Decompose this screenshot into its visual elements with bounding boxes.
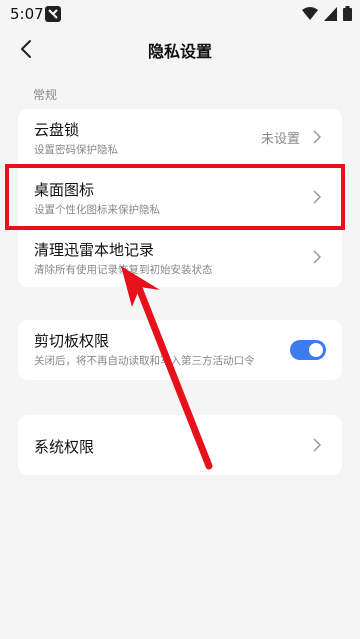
page-title: 隐私设置 [147, 42, 212, 61]
chevron-right-icon [313, 250, 322, 264]
settings-row-clipboard-permission: 剪切板权限 关闭后，将不再自动读取和写入第三方活动口令 [18, 320, 342, 380]
highlight-box [5, 164, 345, 230]
signal-icon [324, 6, 337, 21]
status-time: 5:07 [10, 5, 44, 23]
row-subtitle: 设置密码保护隐私 [34, 144, 118, 156]
row-value: 未设置 [260, 132, 300, 147]
row-subtitle: 清除所有使用记录恢复到初始安装状态 [34, 264, 213, 276]
toggle-knob [309, 343, 323, 357]
row-title: 剪切板权限 [34, 332, 110, 350]
settings-row-cloud-lock[interactable]: 云盘锁 设置密码保护隐私 未设置 [18, 109, 342, 167]
wifi-icon [302, 6, 318, 20]
row-subtitle: 关闭后，将不再自动读取和写入第三方活动口令 [34, 355, 255, 367]
chevron-right-icon [313, 438, 322, 452]
settings-card-system: 系统权限 [18, 415, 342, 475]
row-title: 清理迅雷本地记录 [34, 241, 155, 259]
chevron-right-icon [313, 130, 322, 144]
row-title: 系统权限 [34, 438, 95, 456]
section-label-general: 常规 [33, 88, 58, 102]
privacy-settings-page: 5:07 隐私设置 常规 云盘锁 设置密码保护隐私 未设置 桌面图标 设置个性化… [0, 0, 360, 639]
settings-row-system-permission[interactable]: 系统权限 [18, 415, 342, 475]
settings-row-clear-local-records[interactable]: 清理迅雷本地记录 清除所有使用记录恢复到初始安装状态 [18, 229, 342, 287]
app-notification-icon [45, 6, 61, 22]
battery-icon [343, 6, 352, 21]
status-bar: 5:07 [0, 0, 360, 26]
status-icons [302, 6, 352, 21]
title-bar: 隐私设置 [0, 26, 360, 74]
settings-card-clipboard: 剪切板权限 关闭后，将不再自动读取和写入第三方活动口令 [18, 320, 342, 380]
clipboard-permission-toggle[interactable] [290, 340, 326, 360]
row-title: 云盘锁 [34, 121, 80, 139]
